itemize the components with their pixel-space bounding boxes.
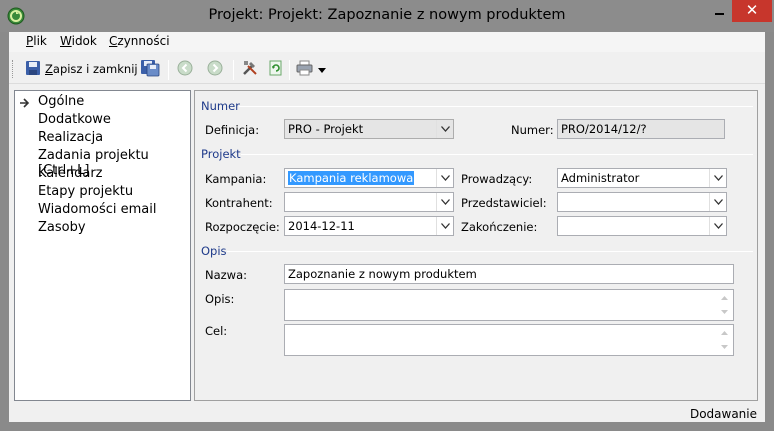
arrow-left-icon [177,60,193,79]
title-bar[interactable]: Projekt: Projekt: Zapoznanie z nowym pro… [0,0,774,32]
save-icon [140,58,160,81]
printer-icon [296,60,314,79]
chevron-down-icon[interactable] [436,169,453,187]
chevron-down-icon[interactable] [436,217,453,235]
kontrahent-select[interactable] [284,192,454,212]
nav-item-realizacja[interactable]: Realizacja [38,130,103,145]
tools-icon [241,59,259,80]
toolbar-separator [168,60,169,80]
menu-widok[interactable]: Widok [60,34,97,48]
opis-label: Opis: [205,292,235,306]
rozpoczecie-label: Rozpoczęcie: [205,220,280,234]
przedstawiciel-select[interactable] [557,192,727,212]
application-window: Projekt: Projekt: Zapoznanie z nowym pro… [0,0,774,431]
cel-label: Cel: [205,324,228,338]
forward-button[interactable] [207,58,223,80]
nav-item-ogolne[interactable]: Ogólne [38,94,84,109]
section-numer-label: Numer [201,99,240,113]
minimize-button[interactable] [706,0,732,22]
back-button[interactable] [177,58,193,80]
chevron-down-icon[interactable] [436,120,453,138]
przedstawiciel-label: Przedstawiciel: [461,196,547,210]
menu-bar: Plik Widok Czynności [9,32,765,52]
navigation-list: Ogólne Dodatkowe Realizacja Zadania proj… [14,90,191,401]
toolbar-separator [289,60,290,80]
toolbar-grip[interactable] [12,60,15,78]
nav-item-dodatkowe[interactable]: Dodatkowe [38,112,111,127]
toolbar-separator [233,60,234,80]
client-area: Plik Widok Czynności Zapisz i zamknij Og… [9,32,765,422]
nav-item-zasoby[interactable]: Zasoby [38,220,86,235]
opis-textarea[interactable] [284,289,734,321]
chevron-down-icon[interactable] [709,169,726,187]
status-bar: Dodawanie [9,405,765,422]
menu-czynnosci[interactable]: Czynności [109,34,170,48]
definicja-select[interactable]: PRO - Projekt [284,119,454,139]
save-button[interactable] [140,58,160,80]
scroll-up-icon[interactable] [716,327,733,339]
nav-item-etapy-projektu[interactable]: Etapy projektu [38,184,133,199]
kampania-select[interactable]: Kampania reklamowa [284,168,454,188]
close-button[interactable]: ✕ [732,0,772,22]
section-divider [227,251,753,252]
chevron-down-icon[interactable] [436,193,453,211]
numer-field: PRO/2014/12/? [557,119,725,139]
status-mode: Dodawanie [689,407,757,421]
menu-plik[interactable]: Plik [26,34,47,48]
definicja-label: Definicja: [205,123,260,137]
scrollbar[interactable] [716,325,733,355]
section-opis-label: Opis [201,244,227,258]
nazwa-label: Nazwa: [205,268,248,282]
floppy-disk-icon [25,60,41,79]
numer-label: Numer: [511,123,554,137]
chevron-down-icon[interactable] [709,217,726,235]
section-divider [241,154,753,155]
zakonczenie-date[interactable] [557,216,727,236]
scroll-down-icon[interactable] [716,306,733,318]
cel-textarea[interactable] [284,324,734,356]
zakonczenie-label: Zakończenie: [461,220,538,234]
chevron-down-icon[interactable] [318,62,326,76]
save-close-button[interactable]: Zapisz i zamknij [25,58,138,80]
refresh-icon [268,60,284,79]
rozpoczecie-date[interactable]: 2014-12-11 [284,216,454,236]
toolbar: Zapisz i zamknij [9,54,765,84]
selected-arrow-icon [20,98,31,111]
prowadzacy-select[interactable]: Administrator [557,168,727,188]
refresh-button[interactable] [268,58,284,80]
tools-button[interactable] [241,58,259,80]
form-panel: Numer Definicja: PRO - Projekt Numer: PR… [194,90,758,401]
print-button[interactable] [296,58,326,80]
kontrahent-label: Kontrahent: [205,196,273,210]
section-projekt-label: Projekt [201,147,241,161]
nazwa-field[interactable]: Zapoznanie z nowym produktem [284,264,734,284]
scroll-up-icon[interactable] [716,292,733,304]
nav-item-wiadomosci-email[interactable]: Wiadomości email [38,202,157,217]
kampania-label: Kampania: [205,172,267,186]
window-title: Projekt: Projekt: Zapoznanie z nowym pro… [208,7,566,23]
scroll-down-icon[interactable] [716,341,733,353]
prowadzacy-label: Prowadzący: [461,172,533,186]
nav-item-kalendarz[interactable]: Kalendarz [38,166,103,181]
section-divider [239,106,753,107]
chevron-down-icon[interactable] [709,193,726,211]
arrow-right-icon [207,60,223,79]
scrollbar[interactable] [716,290,733,320]
